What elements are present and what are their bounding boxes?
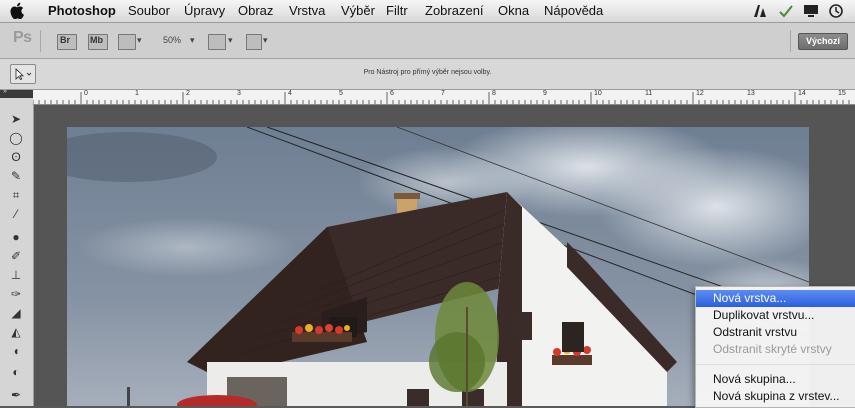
application-bar: Ps Br Mb ▾ 50% ▾ ▾ ▾ Výchozí — [0, 23, 855, 59]
menu-soubor[interactable]: Soubor — [128, 3, 170, 18]
ruler-label: 9 — [543, 90, 547, 97]
workspace-switcher-button[interactable]: Výchozí — [798, 33, 848, 50]
ruler-label: 4 — [288, 90, 292, 97]
display-icon[interactable] — [803, 3, 819, 19]
options-bar: Pro Nástroj pro přímý výběr nejsou volby… — [0, 59, 855, 90]
menu-item-new-group[interactable]: Nová skupina... — [696, 371, 855, 388]
app-name-menu[interactable]: Photoshop — [48, 3, 116, 18]
ruler-label: 7 — [441, 90, 445, 97]
ellipse-marquee-icon[interactable]: ◯ — [8, 131, 24, 146]
path-selection-icon[interactable]: ➤ — [8, 112, 24, 127]
menu-separator — [696, 364, 855, 365]
menu-okna[interactable]: Okna — [498, 3, 529, 18]
brush-icon[interactable]: ✐ — [8, 249, 24, 264]
toolbox-panel: » ➤ ◯ ʘ ✎ ⌗ ⁄ ● ✐ ⊥ ✑ ◢ ◭ ◖ ◐ ✒ — [0, 88, 34, 406]
dodge-icon[interactable]: ◐ — [8, 365, 24, 380]
paint-bucket-icon[interactable]: ◭ — [8, 325, 24, 340]
healing-brush-icon[interactable]: ● — [8, 230, 24, 245]
apple-icon[interactable] — [10, 2, 24, 19]
screen-mode-button[interactable] — [246, 34, 262, 50]
collapse-icon[interactable]: » — [3, 88, 7, 95]
checkmark-icon[interactable] — [778, 3, 794, 19]
menu-obraz[interactable]: Obraz — [238, 3, 273, 18]
ruler-label: 8 — [492, 90, 496, 97]
divider — [790, 30, 791, 52]
menu-item-new-layer[interactable]: Nová vrstva... — [696, 290, 855, 307]
view-extras-button[interactable] — [118, 34, 136, 50]
options-bar-message: Pro Nástroj pro přímý výběr nejsou volby… — [363, 69, 492, 76]
crop-icon[interactable]: ⌗ — [8, 188, 24, 203]
menu-vyber[interactable]: Výběr — [341, 3, 375, 18]
photoshop-logo: Ps — [13, 29, 32, 46]
ruler-label: 0 — [84, 90, 88, 97]
ruler-label: 15 — [838, 90, 846, 97]
menu-zobrazeni[interactable]: Zobrazení — [425, 3, 484, 18]
toolbox-header[interactable]: » — [0, 88, 33, 98]
quick-selection-icon[interactable]: ✎ — [8, 169, 24, 184]
arrange-documents-button[interactable] — [208, 34, 226, 50]
ruler-label: 3 — [237, 90, 241, 97]
lasso-icon[interactable]: ʘ — [8, 150, 24, 165]
menu-upravy[interactable]: Úpravy — [184, 3, 225, 18]
bridge-label: Br — [60, 35, 71, 45]
blur-icon[interactable]: ◖ — [8, 344, 24, 359]
zoom-level-dropdown[interactable]: 50% — [163, 35, 181, 45]
bridge-button[interactable]: Br — [57, 34, 77, 50]
ruler-label: 5 — [339, 90, 343, 97]
menu-item-new-group-from-layers[interactable]: Nová skupina z vrstev... — [696, 388, 855, 405]
ruler-label: 14 — [798, 90, 806, 97]
clone-stamp-icon[interactable]: ⊥ — [8, 268, 24, 283]
mac-menu-bar: Photoshop Soubor Úpravy Obraz Vrstva Výb… — [0, 0, 855, 23]
pen-icon[interactable]: ✒ — [8, 388, 24, 403]
chevron-down-icon[interactable]: ▾ — [228, 35, 233, 46]
mini-bridge-label: Mb — [90, 35, 103, 45]
time-machine-icon[interactable] — [828, 3, 844, 19]
chevron-down-icon[interactable]: ▾ — [137, 35, 142, 46]
menu-item-delete-layer[interactable]: Odstranit vrstvu — [696, 324, 855, 341]
mini-bridge-button[interactable]: Mb — [88, 34, 108, 50]
horizontal-ruler: 0 1 2 3 4 5 6 7 8 9 10 11 12 13 14 15 — [33, 90, 855, 105]
ruler-label: 1 — [135, 90, 139, 97]
menu-item-duplicate-layer[interactable]: Duplikovat vrstvu... — [696, 307, 855, 324]
menu-filtr[interactable]: Filtr — [386, 3, 408, 18]
ruler-label: 2 — [186, 90, 190, 97]
ruler-label: 12 — [696, 90, 704, 97]
ruler-label: 13 — [747, 90, 755, 97]
divider — [40, 30, 41, 52]
ruler-label: 6 — [390, 90, 394, 97]
ruler-label: 11 — [645, 90, 653, 97]
eyedropper-icon[interactable]: ⁄ — [8, 207, 24, 222]
eraser-icon[interactable]: ◢ — [8, 306, 24, 321]
chevron-down-icon[interactable]: ▾ — [263, 35, 268, 46]
chevron-down-icon[interactable]: ▾ — [190, 35, 195, 46]
layers-context-menu: Nová vrstva... Duplikovat vrstvu... Odst… — [695, 286, 855, 408]
history-brush-icon[interactable]: ✑ — [8, 287, 24, 302]
ruler-label: 10 — [594, 90, 602, 97]
adobe-icon[interactable] — [752, 3, 768, 19]
menu-vrstva[interactable]: Vrstva — [289, 3, 325, 18]
menu-napoveda[interactable]: Nápověda — [544, 3, 603, 18]
menu-item-delete-hidden-layers: Odstranit skryté vrstvy — [713, 342, 832, 356]
